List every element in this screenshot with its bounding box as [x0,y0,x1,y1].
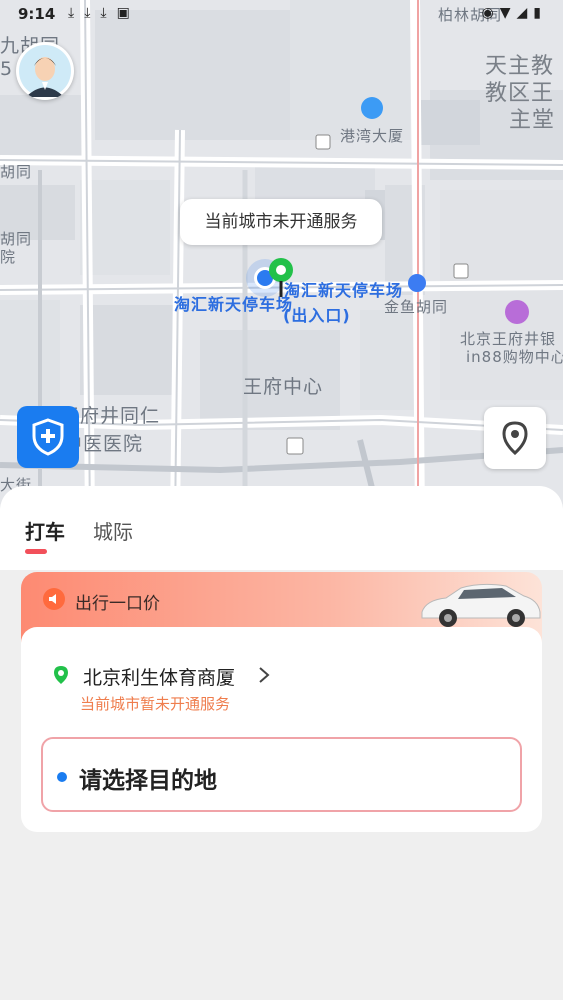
origin-field[interactable]: 北京利生体育商厦 [83,663,235,690]
trip-card: 北京利生体育商厦 当前城市暂未开通服务 请选择目的地 [21,627,542,832]
status-bar: 9:14 ⤓⤓⤓▣ ◉▼◢▮ [0,0,563,30]
safety-shield-button[interactable] [17,406,79,468]
avatar-icon [19,45,71,97]
destination-placeholder: 请选择目的地 [79,768,217,794]
map-label: 天主教 [485,54,555,79]
tab-taxi[interactable]: 打车 [25,516,65,545]
user-avatar[interactable] [16,42,74,100]
map-label: 5 [0,58,14,80]
map-label: in88购物中心 [466,348,563,366]
tab-intercity[interactable]: 城际 [93,516,133,545]
bottom-sheet: 打车 城际 出行一口价 北京利生体育商厦 当前城市暂未开通服务 请选择目的地 [0,486,563,1000]
map-label: 王府中心 [243,376,324,398]
banner-text: 出行一口价 [75,594,160,614]
map-label: 金鱼胡同 [384,298,449,316]
pickup-pin-icon[interactable] [266,257,296,303]
map-label: 教区王 [485,81,555,106]
location-pin-icon [502,421,528,455]
car-icon [421,583,541,627]
download-icon: ⤓⤓⤓▣ [68,5,140,21]
status-time: 9:14 [18,5,56,23]
origin-pin-icon [54,666,68,684]
destination-dot-icon [57,772,67,782]
service-notice: 当前城市暂未开通服务 [80,695,231,713]
chevron-right-icon[interactable] [258,666,270,684]
map-label: 胡同 [0,163,33,181]
shield-icon [32,418,64,456]
signal-battery-icon: ◉▼◢▮ [481,5,547,21]
speaker-icon [43,588,65,610]
tab-bar: 打车 城际 [0,486,563,570]
map-label: 主堂 [509,108,556,133]
tab-active-indicator [25,549,47,554]
service-unavailable-tooltip: 当前城市未开通服务 [180,199,382,245]
map-label-exit[interactable]: (出入口) [283,302,351,326]
destination-input[interactable]: 请选择目的地 [41,737,522,812]
locate-me-button[interactable] [484,407,546,469]
map-label: 院 [0,248,17,266]
map-view[interactable]: 九胡同 5 胡同 胡同 院 柏林胡同 天主教 教区王 主堂 港湾大厦 淘汇新天停… [0,0,563,520]
map-label: 港湾大厦 [340,127,405,145]
